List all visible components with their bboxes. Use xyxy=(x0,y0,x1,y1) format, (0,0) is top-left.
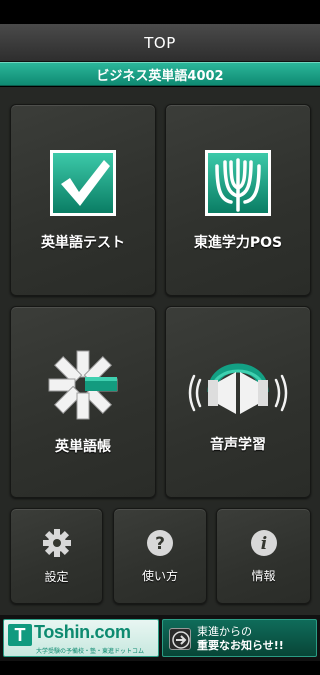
wordbook-button[interactable]: 英単語帳 xyxy=(10,306,156,498)
audio-learning-label: 音声学習 xyxy=(210,437,266,453)
info-icon: i xyxy=(250,529,277,556)
system-nav-bar xyxy=(0,661,320,675)
toshin-logo-text: Toshin.com xyxy=(34,622,131,642)
vocab-test-label: 英単語テスト xyxy=(41,235,125,251)
book-flip-icon xyxy=(48,350,118,420)
app-subtitle-bar: ビジネス英単語4002 xyxy=(0,62,320,86)
howto-button[interactable]: ? 使い方 xyxy=(113,508,207,604)
toshin-pos-label: 東進学力POS xyxy=(193,235,283,251)
toshin-logo-subtext: 大学受験の予備校・塾・東進ドットコム xyxy=(36,648,145,655)
news-banner[interactable]: 東進からの 重要なお知らせ!! xyxy=(162,619,317,657)
app-subtitle: ビジネス英単語4002 xyxy=(96,68,224,84)
toshin-logo-mark: T xyxy=(8,624,32,646)
toshin-com-banner[interactable]: T Toshin.com 大学受験の予備校・塾・東進ドットコム xyxy=(3,619,159,657)
howto-label: 使い方 xyxy=(141,568,178,583)
wordbook-label: 英単語帳 xyxy=(55,439,111,455)
news-line-1: 東進からの xyxy=(197,625,252,638)
arrow-icon xyxy=(169,628,191,650)
info-label: 情報 xyxy=(251,568,276,583)
svg-text:i: i xyxy=(260,534,266,554)
toshin-pos-button[interactable]: 東進学力POS xyxy=(165,104,311,296)
vocab-test-button[interactable]: 英単語テスト xyxy=(10,104,156,296)
status-bar xyxy=(0,0,320,24)
info-button[interactable]: i 情報 xyxy=(216,508,311,604)
news-line-2: 重要なお知らせ!! xyxy=(197,639,284,652)
question-icon: ? xyxy=(147,529,173,556)
page-title-bar: TOP xyxy=(0,24,320,62)
settings-button[interactable]: 設定 xyxy=(10,508,103,604)
audio-learning-button[interactable]: 音声学習 xyxy=(165,306,311,498)
settings-label: 設定 xyxy=(44,569,69,584)
page-title: TOP xyxy=(144,33,176,52)
svg-text:?: ? xyxy=(155,534,165,554)
tree-icon xyxy=(205,150,271,216)
gear-icon xyxy=(42,528,71,557)
news-text: 東進からの 重要なお知らせ!! xyxy=(197,625,284,653)
headphones-icon xyxy=(188,363,288,414)
checkmark-icon xyxy=(50,150,116,216)
